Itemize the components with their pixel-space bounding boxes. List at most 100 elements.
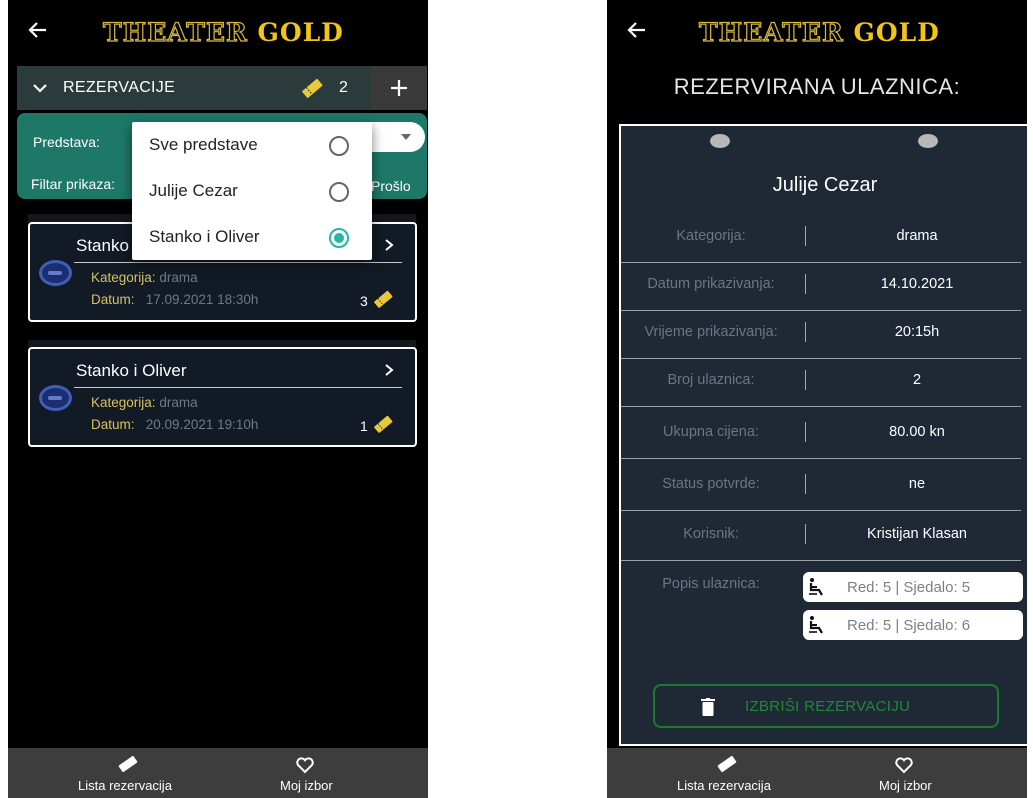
add-reservation-button[interactable] xyxy=(371,66,427,110)
ticket-icon xyxy=(374,290,393,308)
card-divider xyxy=(74,262,402,263)
ticket-icon xyxy=(374,415,393,433)
heart-icon xyxy=(895,757,913,774)
row-label: Datum prikazivanja: xyxy=(647,276,775,292)
dropdown-option[interactable]: Julije Cezar xyxy=(132,168,372,214)
row-label: Ukupna cijena: xyxy=(663,424,759,440)
category-label: Kategorija: xyxy=(91,395,156,410)
reservation-detail-screen: THEATER GOLD REZERVIRANA ULAZNICA: Julij… xyxy=(607,0,1027,798)
filter-display-label: Filtar prikaza: xyxy=(31,176,116,192)
seat-chip: Red: 5 | Sjedalo: 6 xyxy=(803,610,1023,640)
card-category: Kategorija: drama xyxy=(91,270,198,285)
dropdown-option[interactable]: Stanko i Oliver xyxy=(132,214,372,260)
theater-logo-icon xyxy=(39,260,72,286)
date-label: Datum: xyxy=(91,417,135,432)
reservations-list-screen: THEATER GOLD REZERVACIJE 2 Predstava: Fi… xyxy=(8,0,428,798)
date-label: Datum: xyxy=(91,292,135,307)
card-category: Kategorija: drama xyxy=(91,395,198,410)
ticket-count: 3 xyxy=(360,293,368,309)
detail-row-user: Korisnik: Kristijan Klasan xyxy=(621,512,1027,561)
nav-my-choice[interactable]: Moj izbor xyxy=(869,748,939,798)
seats-label: Popis ulaznica: xyxy=(662,576,760,592)
ticket-count: 1 xyxy=(360,418,368,434)
category-value: drama xyxy=(159,270,198,285)
heart-icon xyxy=(296,757,314,774)
back-arrow-icon[interactable] xyxy=(26,18,50,42)
date-value: 20.09.2021 19:10h xyxy=(145,417,259,432)
detail-row-date: Datum prikazivanja: 14.10.2021 xyxy=(621,262,1027,311)
plus-icon xyxy=(391,80,407,96)
row-separator xyxy=(805,524,806,544)
chevron-down-icon[interactable] xyxy=(32,81,48,95)
ticket-icon xyxy=(717,755,737,773)
row-separator xyxy=(805,226,806,246)
row-separator xyxy=(805,422,806,442)
show-dropdown-menu: Sve predstave Julije Cezar Stanko i Oliv… xyxy=(132,122,372,260)
ticket-icon xyxy=(118,755,138,773)
logo-word-gold: GOLD xyxy=(257,18,344,47)
app-logo: THEATER GOLD xyxy=(698,17,940,47)
app-bar: THEATER GOLD xyxy=(8,0,428,62)
chevron-right-icon[interactable] xyxy=(383,363,395,377)
nav-my-choice[interactable]: Moj izbor xyxy=(270,748,340,798)
seat-icon xyxy=(809,578,823,596)
row-value: drama xyxy=(896,228,938,244)
seat-text: Red: 5 | Sjedalo: 5 xyxy=(847,579,971,596)
theater-logo-icon xyxy=(39,385,72,411)
row-divider xyxy=(621,560,1021,561)
reservation-card[interactable]: Stanko i Oliver Kategorija: drama Datum:… xyxy=(28,347,417,447)
delete-button-label: IZBRIŠI REZERVACIJU xyxy=(745,698,911,715)
option-label: Stanko i Oliver xyxy=(149,227,260,246)
detail-row-status: Status potvrde: ne xyxy=(621,462,1027,511)
past-filter-option[interactable]: Prošlo xyxy=(371,178,411,194)
show-title: Julije Cezar xyxy=(772,174,878,196)
row-value: 14.10.2021 xyxy=(880,276,954,292)
app-bar: THEATER GOLD xyxy=(607,0,1027,62)
radio-button-selected[interactable] xyxy=(329,228,349,248)
delete-reservation-button[interactable]: IZBRIŠI REZERVACIJU xyxy=(653,684,999,728)
bottom-navigation: Lista rezervacija Moj izbor xyxy=(607,748,1027,798)
ticket-hole xyxy=(710,134,730,148)
ticket-card: Julije Cezar Kategorija: drama Datum pri… xyxy=(619,124,1027,746)
row-separator xyxy=(805,322,806,342)
row-label: Status potvrde: xyxy=(662,476,760,492)
row-label: Korisnik: xyxy=(683,526,739,542)
row-value: ne xyxy=(908,476,926,492)
row-separator xyxy=(805,474,806,494)
row-separator xyxy=(805,274,806,294)
logo-word-gold: GOLD xyxy=(853,18,940,47)
seat-icon xyxy=(809,616,823,634)
nav-reservation-list[interactable]: Lista rezervacija xyxy=(667,748,787,798)
radio-button[interactable] xyxy=(329,136,349,156)
page-title: REZERVIRANA ULAZNICA: xyxy=(673,74,961,99)
row-separator xyxy=(805,370,806,390)
row-divider xyxy=(621,458,1021,459)
card-title: Stanko i Oliver xyxy=(76,361,187,380)
radio-button[interactable] xyxy=(329,182,349,202)
nav-label: Moj izbor xyxy=(280,778,333,793)
reservations-count: 2 xyxy=(339,79,348,96)
row-divider xyxy=(621,406,1021,407)
nav-reservation-list[interactable]: Lista rezervacija xyxy=(68,748,188,798)
dropdown-caret-icon xyxy=(401,134,411,140)
card-date: Datum: 17.09.2021 18:30h xyxy=(91,292,258,307)
row-label: Kategorija: xyxy=(676,228,746,244)
dropdown-option[interactable]: Sve predstave xyxy=(132,122,372,168)
row-label: Vrijeme prikazivanja: xyxy=(644,324,778,340)
logo-word-theater: THEATER xyxy=(102,17,248,47)
detail-row-time: Vrijeme prikazivanja: 20:15h xyxy=(621,310,1027,359)
back-arrow-icon[interactable] xyxy=(625,18,649,42)
row-value: 2 xyxy=(912,372,922,388)
row-value: 20:15h xyxy=(894,324,940,340)
reservations-title: REZERVACIJE xyxy=(63,79,176,96)
category-label: Kategorija: xyxy=(91,270,156,285)
chevron-right-icon[interactable] xyxy=(383,238,395,252)
bottom-navigation: Lista rezervacija Moj izbor xyxy=(8,748,428,798)
card-divider xyxy=(74,387,402,388)
row-value: 80.00 kn xyxy=(889,424,945,440)
card-date: Datum: 20.09.2021 19:10h xyxy=(91,417,258,432)
trash-icon xyxy=(701,698,715,716)
row-value: Kristijan Klasan xyxy=(867,526,967,542)
detail-row-price: Ukupna cijena: 80.00 kn xyxy=(621,410,1027,459)
reservations-header[interactable]: REZERVACIJE 2 xyxy=(17,66,427,110)
